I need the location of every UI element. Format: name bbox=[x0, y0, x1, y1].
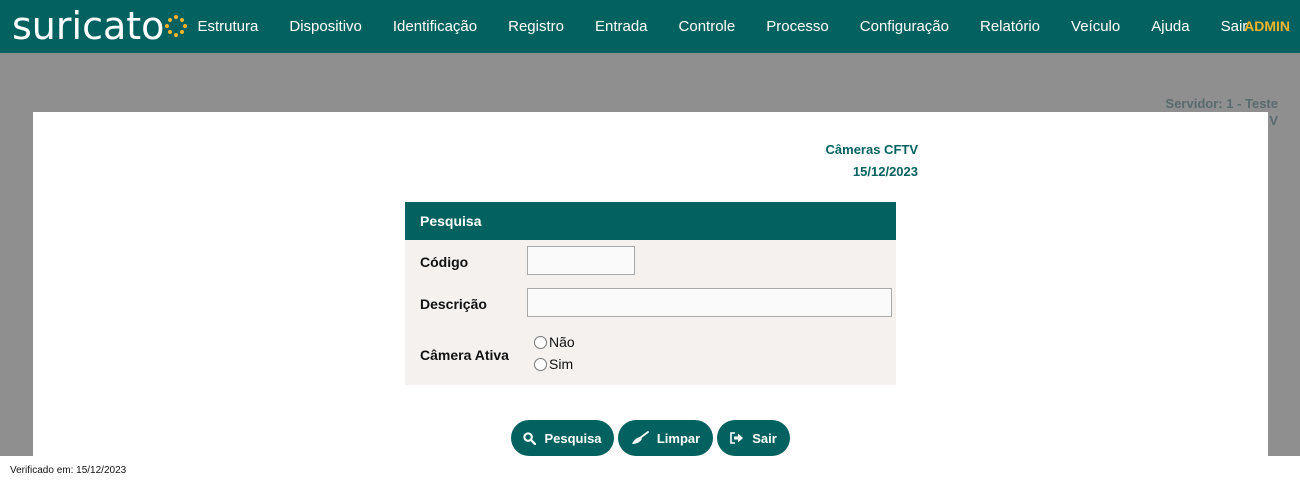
radio-sim-button[interactable] bbox=[534, 357, 547, 371]
sign-out-icon bbox=[730, 432, 744, 444]
descricao-input[interactable] bbox=[527, 288, 892, 317]
search-panel-header: Pesquisa bbox=[405, 202, 896, 240]
menu-item-entrada[interactable]: Entrada bbox=[579, 18, 663, 35]
search-button[interactable]: Pesquisa bbox=[511, 420, 614, 456]
verification-footer: Verificado em: 15/12/2023 bbox=[10, 465, 127, 476]
exit-button[interactable]: Sair bbox=[717, 420, 790, 456]
action-buttons: Pesquisa Limpar Sair bbox=[511, 420, 794, 456]
menu-item-veiculo[interactable]: Veículo bbox=[1056, 18, 1136, 35]
descricao-label: Descrição bbox=[420, 296, 487, 312]
exit-button-label: Sair bbox=[752, 430, 777, 446]
menu-item-configuracao[interactable]: Configuração bbox=[844, 18, 964, 35]
menu-item-ajuda[interactable]: Ajuda bbox=[1136, 18, 1205, 35]
menu-item-controle[interactable]: Controle bbox=[663, 18, 751, 35]
radio-nao-button[interactable] bbox=[534, 335, 547, 349]
modal-heading: Câmeras CFTV 15/12/2023 bbox=[826, 139, 918, 183]
broom-icon bbox=[631, 431, 649, 444]
clear-button[interactable]: Limpar bbox=[618, 420, 713, 456]
search-button-label: Pesquisa bbox=[544, 430, 602, 446]
page-title: Câmeras CFTV bbox=[825, 142, 918, 157]
menu-item-processo[interactable]: Processo bbox=[751, 18, 845, 35]
search-modal: Câmeras CFTV 15/12/2023 Pesquisa Código … bbox=[33, 112, 1268, 456]
menu-item-dispositivo[interactable]: Dispositivo bbox=[274, 18, 378, 35]
radio-sim-label: Sim bbox=[549, 356, 574, 372]
top-navbar: suricato Estrutura Dispositivo Identific… bbox=[0, 0, 1300, 53]
radio-nao-label: Não bbox=[549, 334, 575, 350]
search-icon bbox=[523, 431, 537, 445]
camera-ativa-label: Câmera Ativa bbox=[420, 347, 509, 363]
radio-nao[interactable]: Não bbox=[534, 334, 575, 350]
radio-sim[interactable]: Sim bbox=[534, 356, 573, 372]
codigo-input[interactable] bbox=[527, 246, 635, 275]
page-date: 15/12/2023 bbox=[852, 164, 918, 179]
menu-item-identificacao[interactable]: Identificação bbox=[377, 18, 492, 35]
brand-logo[interactable]: suricato bbox=[12, 4, 188, 48]
search-panel: Pesquisa Código Descrição Câmera Ativa N… bbox=[405, 202, 896, 385]
user-name[interactable]: ADMIN bbox=[1244, 18, 1290, 34]
main-menu: Estrutura Dispositivo Identificação Regi… bbox=[182, 0, 1263, 53]
menu-item-relatorio[interactable]: Relatório bbox=[965, 18, 1056, 35]
clear-button-label: Limpar bbox=[656, 430, 701, 446]
codigo-label: Código bbox=[420, 254, 469, 270]
server-info-line: Servidor: 1 - Teste bbox=[1165, 96, 1278, 111]
menu-item-estrutura[interactable]: Estrutura bbox=[182, 18, 274, 35]
menu-item-registro[interactable]: Registro bbox=[493, 18, 580, 35]
brand-name: suricato bbox=[12, 4, 165, 48]
